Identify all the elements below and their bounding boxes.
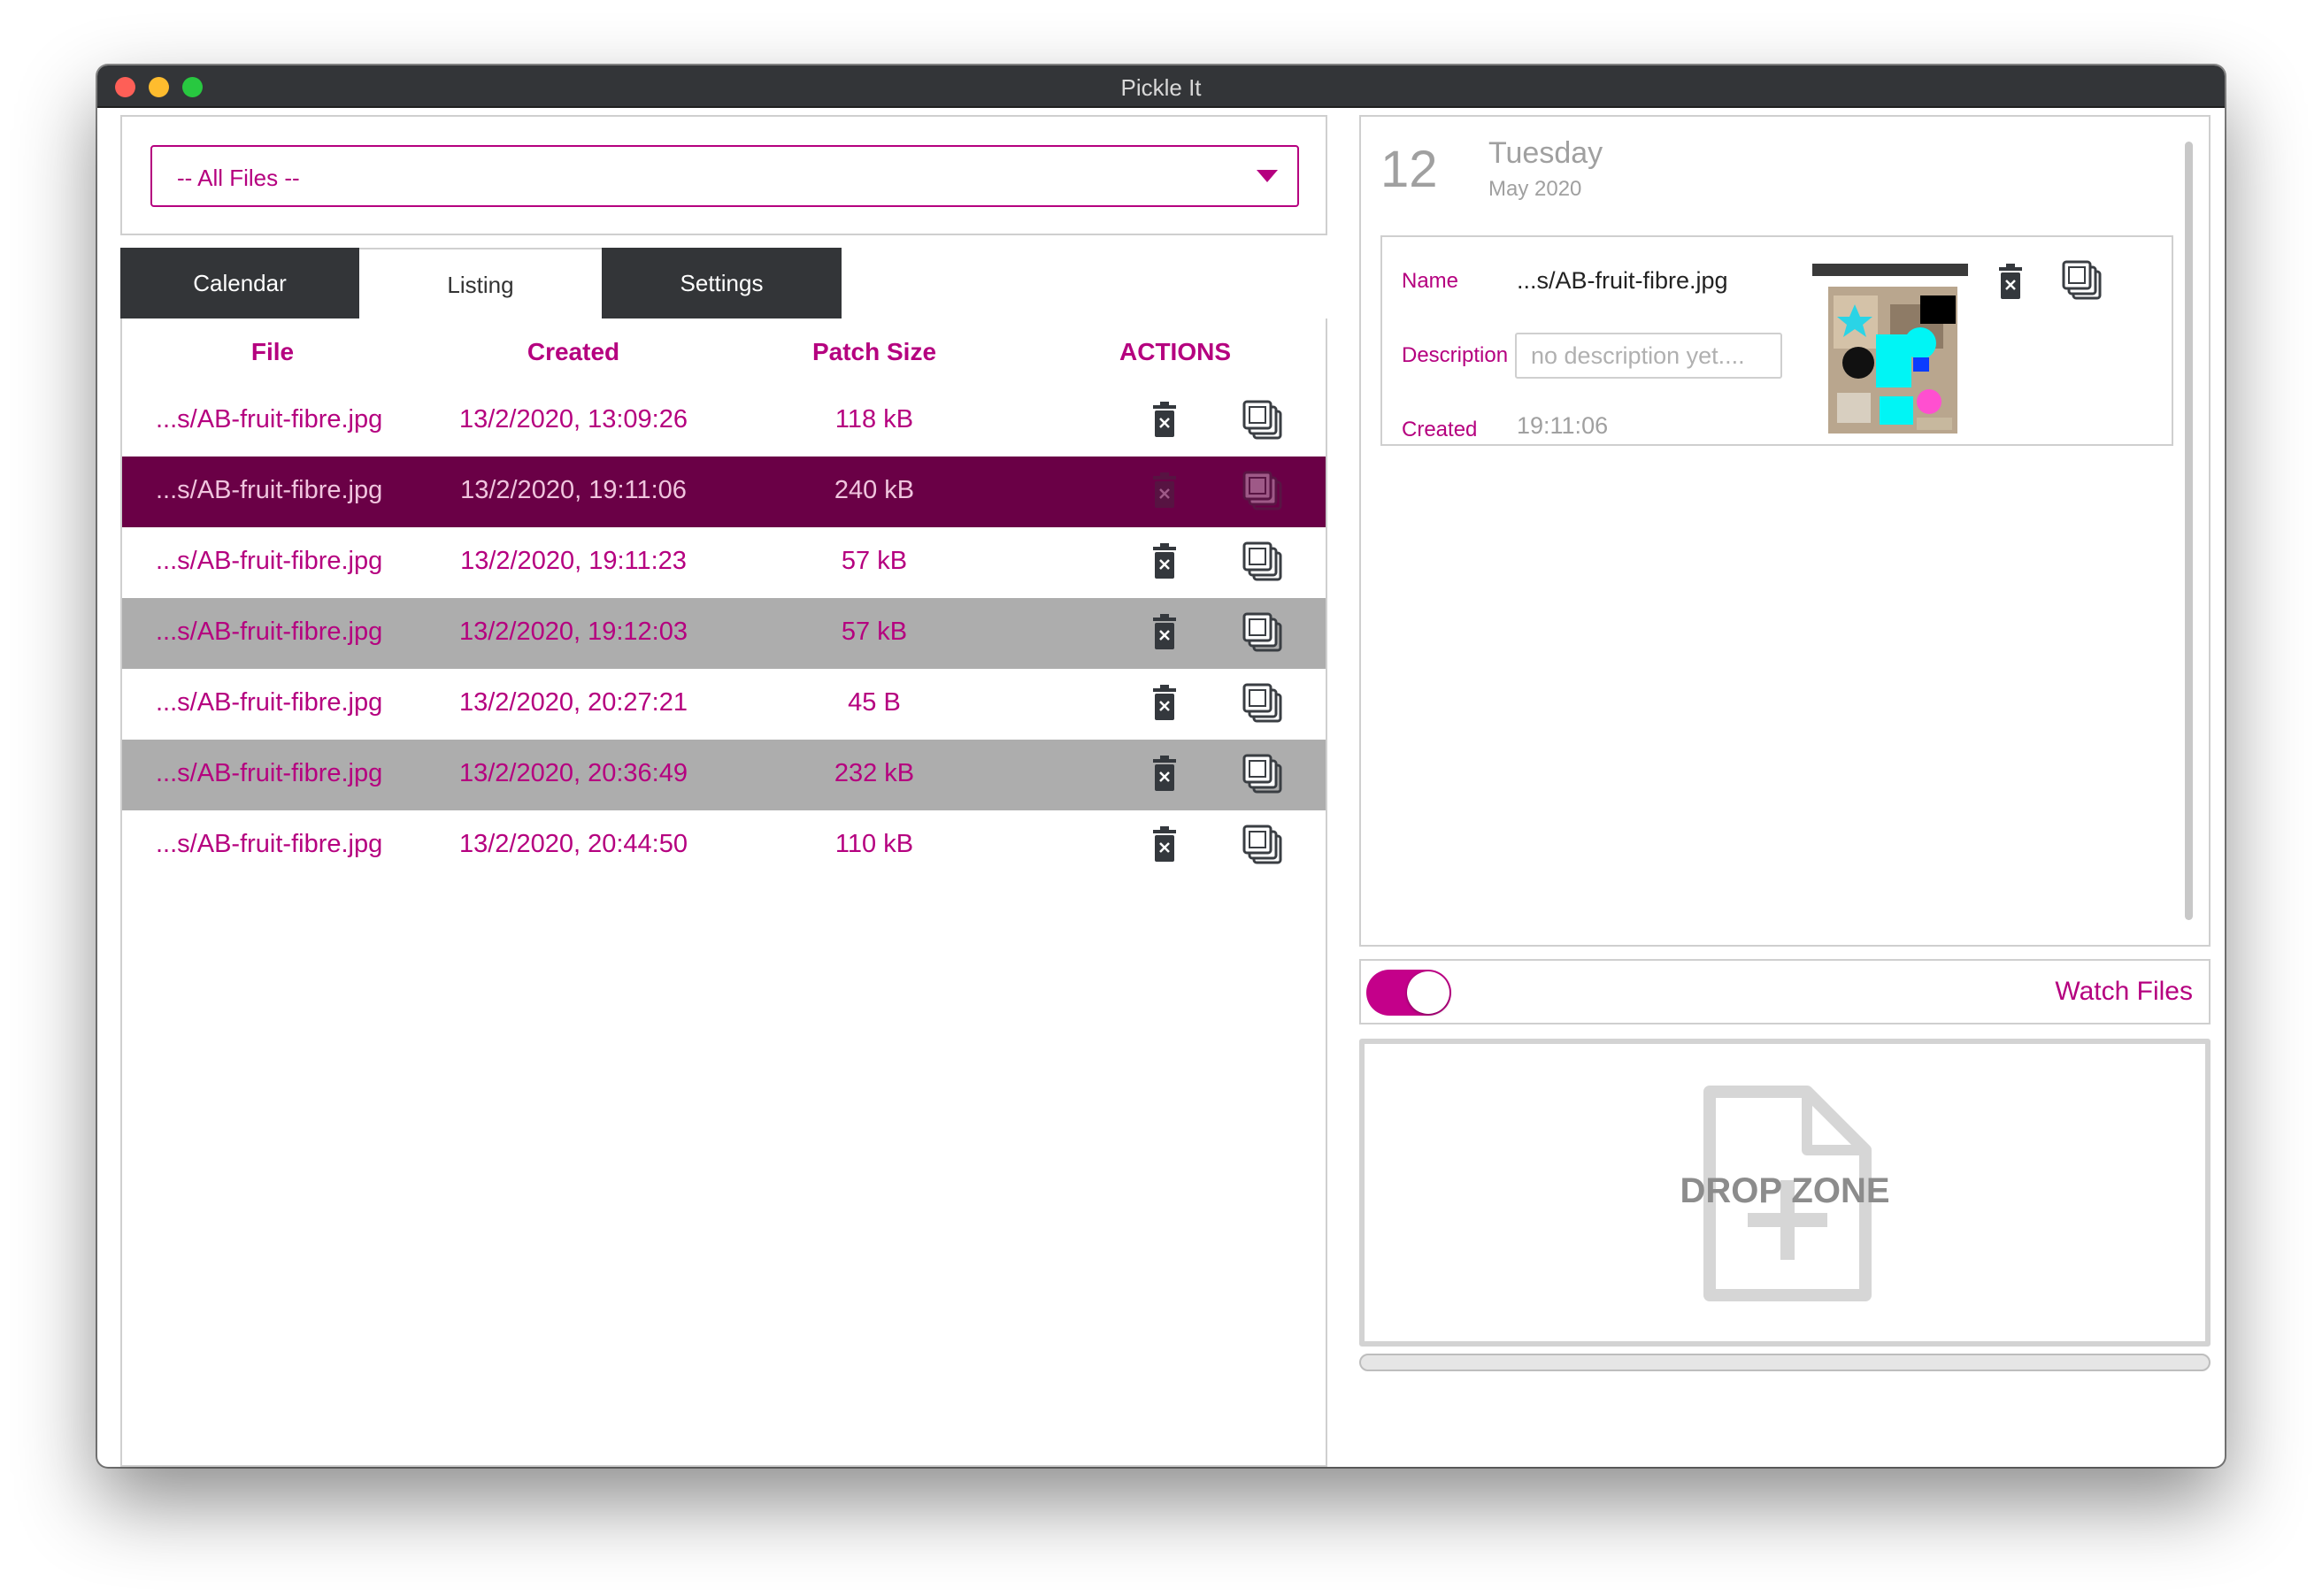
table-header: File Created Patch Size ACTIONS [122,318,1326,386]
trash-icon[interactable] [1151,402,1178,437]
row-file-name: ...s/AB-fruit-fibre.jpg [156,688,383,717]
row-file-name: ...s/AB-fruit-fibre.jpg [156,618,383,646]
row-created: 13/2/2020, 13:09:26 [458,405,688,434]
row-file-name: ...s/AB-fruit-fibre.jpg [156,405,383,434]
image-thumbnail[interactable] [1828,287,1957,434]
trash-icon[interactable] [1151,472,1178,508]
weekday-label: Tuesday [1488,136,1603,170]
watch-files-toggle[interactable] [1366,970,1451,1016]
app-window: Pickle It -- All Files -- Calendar Listi… [97,65,2225,1467]
tab-bar: Calendar Listing Settings [120,248,1327,318]
filter-panel: -- All Files -- [120,115,1327,235]
day-number: 12 [1380,141,1438,198]
trash-icon[interactable] [1151,685,1178,720]
description-label: Description [1402,343,1509,367]
watch-files-label: Watch Files [2055,977,2193,1006]
column-header-patch-size[interactable]: Patch Size [759,338,989,366]
detail-trash-icon[interactable] [1997,264,2024,299]
copy-icon[interactable] [1241,823,1285,867]
column-header-file[interactable]: File [211,338,334,366]
table-row[interactable]: ...s/AB-fruit-fibre.jpg 13/2/2020, 13:09:… [122,386,1326,457]
row-patch-size: 45 B [848,688,901,717]
watch-files-bar: Watch Files [1359,959,2211,1024]
table-row[interactable]: ...s/AB-fruit-fibre.jpg 13/2/2020, 19:11:… [122,527,1326,598]
app-content: -- All Files -- Calendar Listing Setting… [97,106,2225,1467]
toggle-knob [1407,971,1449,1014]
row-file-name: ...s/AB-fruit-fibre.jpg [156,476,383,504]
column-header-created[interactable]: Created [458,338,688,366]
drop-zone[interactable]: DROP ZONE [1359,1039,2211,1347]
row-created: 13/2/2020, 19:11:23 [460,547,687,575]
copy-icon[interactable] [1241,681,1285,725]
caret-down-icon [1257,170,1278,182]
file-filter-select[interactable]: -- All Files -- [150,145,1299,207]
file-filter-value: -- All Files -- [177,165,300,191]
trash-icon[interactable] [1151,756,1178,791]
row-patch-size: 57 kB [841,547,908,575]
copy-icon[interactable] [1241,752,1285,796]
row-created: 13/2/2020, 19:12:03 [458,618,688,646]
row-file-name: ...s/AB-fruit-fibre.jpg [156,759,383,787]
name-value: ...s/AB-fruit-fibre.jpg [1517,267,1728,294]
file-detail-card: Name ...s/AB-fruit-fibre.jpg Description… [1380,235,2173,446]
copy-icon[interactable] [1241,398,1285,442]
trash-icon[interactable] [1151,826,1178,862]
vertical-scrollbar[interactable] [2185,142,2193,920]
month-year-label: May 2020 [1488,177,1582,201]
row-file-name: ...s/AB-fruit-fibre.jpg [156,830,383,858]
thumbnail-toolbar [1812,264,1968,276]
row-patch-size: 57 kB [841,618,908,646]
created-label: Created [1402,418,1478,441]
created-value: 19:11:06 [1517,412,1609,439]
tab-calendar[interactable]: Calendar [120,248,359,318]
row-created: 13/2/2020, 19:11:06 [460,476,687,504]
row-created: 13/2/2020, 20:44:50 [458,830,688,858]
drop-zone-label: DROP ZONE [1680,1171,1890,1210]
description-input[interactable] [1515,333,1782,379]
copy-icon[interactable] [1241,540,1285,584]
row-patch-size: 240 kB [834,476,915,504]
column-header-actions: ACTIONS [1119,338,1231,365]
table-row[interactable]: ...s/AB-fruit-fibre.jpg 13/2/2020, 20:36:… [122,740,1326,810]
row-patch-size: 110 kB [834,830,914,858]
detail-panel: 12 Tuesday May 2020 Name ...s/AB-fruit-f… [1359,115,2211,947]
window-title: Pickle It [1120,74,1202,101]
row-created: 13/2/2020, 20:27:21 [458,688,688,717]
table-row[interactable]: ...s/AB-fruit-fibre.jpg 13/2/2020, 20:27:… [122,669,1326,740]
table-row[interactable]: ...s/AB-fruit-fibre.jpg 13/2/2020, 19:12:… [122,598,1326,669]
title-bar[interactable]: Pickle It [97,65,2225,108]
table-row[interactable]: ...s/AB-fruit-fibre.jpg 13/2/2020, 20:44:… [122,810,1326,881]
name-label: Name [1402,269,1459,293]
tab-settings[interactable]: Settings [602,248,842,318]
copy-icon[interactable] [1241,610,1285,655]
row-patch-size: 118 kB [834,405,914,434]
detail-copy-icon[interactable] [2060,258,2104,303]
trash-icon[interactable] [1151,614,1178,649]
row-patch-size: 232 kB [834,759,915,787]
upload-progress-bar [1359,1354,2211,1371]
copy-icon[interactable] [1241,469,1285,513]
trash-icon[interactable] [1151,543,1178,579]
tab-listing[interactable]: Listing [359,248,602,318]
table-row[interactable]: ...s/AB-fruit-fibre.jpg 13/2/2020, 19:11:… [122,457,1326,527]
row-created: 13/2/2020, 20:36:49 [458,759,688,787]
row-file-name: ...s/AB-fruit-fibre.jpg [156,547,383,575]
file-listing-table: File Created Patch Size ACTIONS ...s/AB-… [120,318,1327,1467]
